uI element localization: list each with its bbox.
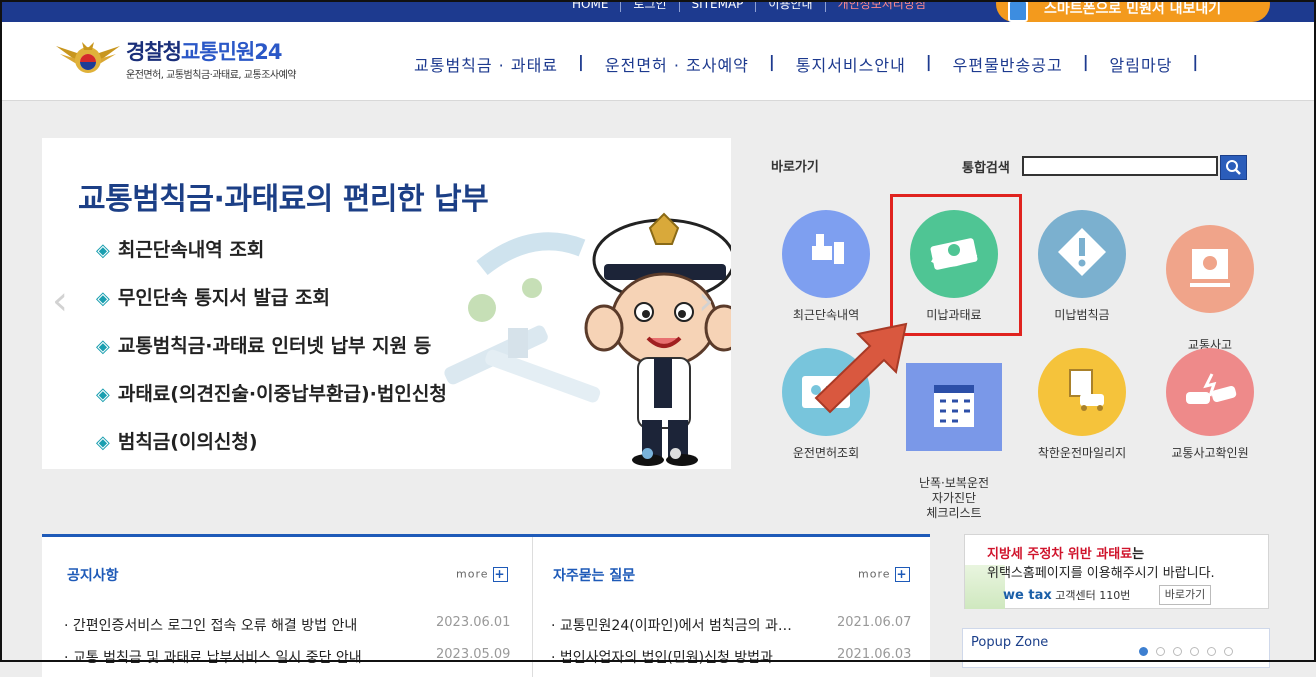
nav-notice-board[interactable]: 알림마당	[1090, 52, 1193, 76]
search-label: 통합검색	[962, 161, 1010, 176]
mileage-car-icon	[1038, 348, 1126, 436]
quick-safe-driving-mileage[interactable]: 착한운전마일리지	[1022, 348, 1142, 461]
nav-notification[interactable]: 통지서비스안내	[776, 52, 926, 76]
notice-title[interactable]: 공지사항	[67, 565, 119, 585]
banner-pagination	[642, 444, 698, 463]
calendar-checklist-icon	[906, 363, 1002, 451]
sitemap-link[interactable]: SITEMAP	[680, 0, 757, 12]
top-utility-bar: HOME 로그인 SITEMAP 이용안내 개인정보처리방침 스마트폰으로 민원…	[0, 0, 1316, 22]
plus-icon: +	[492, 567, 508, 582]
computer-monitor-icon	[1166, 225, 1254, 313]
banner-item[interactable]: ◈ 교통범칙금·과태료 인터넷 납부 지원 등	[96, 330, 447, 378]
warning-diamond-icon	[1038, 210, 1126, 298]
logo-title-service: 교통민원24	[180, 40, 283, 64]
wetax-logo: we tax	[1003, 588, 1052, 603]
popup-zone: Popup Zone	[962, 628, 1270, 668]
nav-returned-mail[interactable]: 우편물반송공고	[933, 52, 1083, 76]
popup-dot[interactable]	[1173, 647, 1182, 656]
list-item[interactable]: · 교통 범칙금 및 과태료 납부서비스 일시 중단 안내 2023.05.09	[64, 647, 510, 667]
police-emblem-icon[interactable]	[54, 36, 122, 80]
popup-pagination	[1139, 641, 1241, 660]
wetax-banner[interactable]: 지방세 주정차 위반 과태료는 위택스홈페이지를 이용해주시기 바랍니다. we…	[964, 534, 1269, 609]
diamond-bullet-icon: ◈	[96, 240, 110, 261]
diamond-bullet-icon: ◈	[96, 432, 110, 453]
search-input[interactable]	[1022, 156, 1218, 176]
cctv-camera-icon	[782, 210, 870, 298]
banner-item[interactable]: ◈ 최근단속내역 조회	[96, 234, 447, 282]
banner-prev-arrow-icon[interactable]: ‹	[52, 278, 68, 324]
banner-title: 교통범칙금·과태료의 편리한 납부	[78, 182, 489, 217]
utility-links: HOME 로그인 SITEMAP 이용안내 개인정보처리방침	[560, 0, 938, 12]
popup-dot[interactable]	[1224, 647, 1233, 656]
wetax-go-button[interactable]: 바로가기	[1159, 585, 1211, 605]
banner-item[interactable]: ◈ 과태료(의견진술·이중납부환급)·법인신청	[96, 378, 447, 426]
notice-board: 공지사항 more + · 간편인증서비스 로그인 접속 오류 해결 방법 안내 2…	[42, 537, 533, 677]
quick-accident-certificate[interactable]: 교통사고확인원	[1150, 348, 1270, 461]
list-item[interactable]: · 간편인증서비스 로그인 접속 오류 해결 방법 안내 2023.06.01	[64, 615, 510, 635]
diamond-bullet-icon: ◈	[96, 336, 110, 357]
smartphone-export-label: 스마트폰으로 민원서 내보내기	[1044, 1, 1222, 17]
site-logo-title[interactable]: 경찰청교통민원24	[126, 36, 283, 66]
smartphone-icon	[1008, 0, 1028, 22]
banner-item[interactable]: ◈ 무인단속 통지서 발급 조회	[96, 282, 447, 330]
privacy-link[interactable]: 개인정보처리방침	[826, 0, 938, 12]
popup-dot-active[interactable]	[1139, 647, 1148, 656]
banner-item[interactable]: ◈ 범칙금(이의신청)	[96, 426, 447, 469]
logo-subtitle: 운전면허, 교통범칙금·과태료, 교통조사예약	[126, 70, 297, 81]
wetax-line-1: 지방세 주정차 위반 과태료는	[987, 547, 1145, 562]
main-navigation: 교통범칙금 · 과태료 | 운전면허 · 조사예약 | 통지서비스안내 | 우편물반송…	[394, 52, 1199, 76]
guide-link[interactable]: 이용안내	[756, 0, 826, 12]
smartphone-export-button[interactable]: 스마트폰으로 민원서 내보내기	[996, 0, 1270, 22]
popup-dot[interactable]	[1156, 647, 1165, 656]
notice-more-button[interactable]: more +	[456, 567, 508, 582]
diamond-bullet-icon: ◈	[96, 288, 110, 309]
nav-fines[interactable]: 교통범칙금 · 과태료	[394, 52, 578, 76]
popup-zone-title: Popup Zone	[971, 635, 1049, 650]
quick-recent-enforcement[interactable]: 최근단속내역	[766, 210, 886, 323]
wetax-contact: we tax 고객센터 110번	[1003, 588, 1131, 603]
pointer-arrow-icon	[814, 322, 908, 414]
list-item[interactable]: · 교통민원24(이파인)에서 범칙금의 과… 2021.06.07	[551, 615, 911, 635]
main-banner: 교통범칙금·과태료의 편리한 납부 ◈ 최근단속내역 조회 ◈ 무인단속 통지서 발…	[42, 138, 731, 469]
banner-dot[interactable]	[670, 448, 681, 459]
faq-title[interactable]: 자주묻는 질문	[553, 565, 635, 585]
nav-license[interactable]: 운전면허 · 조사예약	[585, 52, 769, 76]
site-header: 경찰청교통민원24 운전면허, 교통범칙금·과태료, 교통조사예약 교통범칙금 …	[0, 22, 1316, 101]
popup-dot[interactable]	[1190, 647, 1199, 656]
login-link[interactable]: 로그인	[621, 0, 680, 12]
list-item[interactable]: · 법인사업자의 법인(민원)신청 방법과 … 2021.06.03	[551, 647, 911, 667]
search-button[interactable]	[1220, 155, 1247, 180]
popup-dot[interactable]	[1207, 647, 1216, 656]
quick-unpaid-penalty[interactable]: 미납범칙금	[1022, 210, 1142, 323]
car-crash-icon	[1166, 348, 1254, 436]
plus-icon: +	[894, 567, 910, 582]
diamond-bullet-icon: ◈	[96, 384, 110, 405]
quick-accident-reservation[interactable]: 교통사고 조사예약	[1150, 210, 1270, 368]
faq-more-button[interactable]: more +	[858, 567, 910, 582]
home-link[interactable]: HOME	[560, 0, 622, 12]
banner-next-arrow-icon[interactable]: ›	[698, 278, 714, 324]
banner-feature-list: ◈ 최근단속내역 조회 ◈ 무인단속 통지서 발급 조회 ◈ 교통범칙금·과태료 인터…	[96, 234, 447, 469]
wetax-line-2: 위택스홈페이지를 이용해주시기 바랍니다.	[987, 566, 1215, 581]
quick-links-title: 바로가기	[771, 160, 819, 175]
faq-board: 자주묻는 질문 more + · 교통민원24(이파인)에서 범칙금의 과… 202…	[533, 537, 930, 677]
logo-title-police: 경찰청	[126, 40, 182, 64]
banner-dot-active[interactable]	[642, 448, 653, 459]
search-icon	[1226, 160, 1241, 175]
board-section: 공지사항 more + · 간편인증서비스 로그인 접속 오류 해결 방법 안내 2…	[42, 534, 930, 677]
police-mascot-illustration	[444, 212, 731, 466]
highlight-box	[890, 194, 1022, 336]
